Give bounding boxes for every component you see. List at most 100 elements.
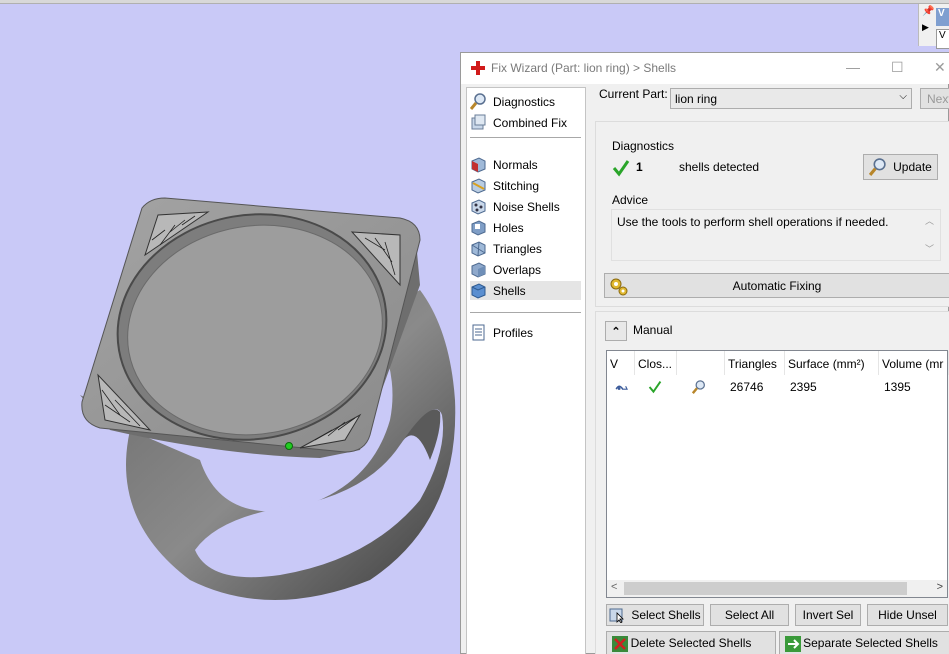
minimize-button[interactable]: — bbox=[846, 59, 860, 75]
cursor-cube-icon bbox=[609, 608, 625, 623]
nav-label: Profiles bbox=[493, 325, 534, 340]
nav-item-holes[interactable]: Holes bbox=[470, 218, 581, 237]
scroll-left-icon[interactable]: < bbox=[611, 581, 617, 593]
nav-label: Stitching bbox=[493, 178, 540, 193]
nav-item-combined-fix[interactable]: Combined Fix bbox=[470, 113, 581, 132]
gears-icon bbox=[610, 278, 628, 296]
separate-selected-shells-button[interactable]: Separate Selected Shells bbox=[779, 631, 949, 654]
triangles-cell: 26746 bbox=[730, 380, 764, 394]
delete-selected-shells-button[interactable]: Delete Selected Shells bbox=[606, 631, 776, 654]
column-header-triangles[interactable]: Triangles bbox=[725, 351, 785, 375]
chevron-down-icon: ⌵ bbox=[899, 91, 907, 102]
nav-label: Diagnostics bbox=[493, 94, 556, 109]
nav-item-profiles[interactable]: Profiles bbox=[470, 323, 581, 342]
magnifier-icon bbox=[869, 158, 886, 176]
advice-box: Use the tools to perform shell operation… bbox=[611, 209, 941, 261]
collapse-button[interactable]: ⌃ bbox=[605, 321, 627, 341]
nav-separator bbox=[470, 137, 581, 138]
column-header-v[interactable]: V bbox=[607, 351, 635, 375]
view-box[interactable]: V bbox=[936, 29, 949, 49]
magnifier-icon bbox=[470, 93, 486, 110]
current-part-value: lion ring bbox=[675, 92, 718, 106]
separate-selected-label: Separate Selected Shells bbox=[803, 636, 938, 650]
nav-label: Holes bbox=[493, 220, 524, 235]
column-header-surface[interactable]: Surface (mm²) bbox=[785, 351, 879, 375]
holes-cube-icon bbox=[471, 220, 486, 236]
nav-label: Normals bbox=[493, 157, 538, 172]
red-cross-icon bbox=[471, 61, 485, 75]
viewport-top-strip bbox=[0, 0, 949, 4]
separate-cube-icon bbox=[785, 636, 801, 652]
shells-table[interactable]: V Clos... Triangles Surface (mm²) Volume… bbox=[606, 350, 949, 598]
diagnostics-title: Diagnostics bbox=[612, 139, 675, 153]
nav-item-stitching[interactable]: Stitching bbox=[470, 176, 581, 195]
maximize-button[interactable]: ☐ bbox=[891, 59, 904, 76]
select-all-button[interactable]: Select All bbox=[710, 604, 789, 626]
window-title: Fix Wizard (Part: lion ring) > Shells bbox=[491, 61, 677, 75]
view-tab[interactable]: V bbox=[936, 8, 949, 26]
surface-cell: 2395 bbox=[790, 380, 817, 394]
nav-label: Noise Shells bbox=[493, 199, 560, 214]
column-header-volume[interactable]: Volume (mr bbox=[879, 351, 949, 375]
advice-title: Advice bbox=[612, 193, 649, 207]
delete-cube-icon bbox=[612, 636, 628, 652]
nav-separator bbox=[470, 312, 581, 313]
stitching-cube-icon bbox=[471, 178, 486, 194]
pin-icon[interactable]: 📌 bbox=[922, 6, 934, 17]
nav-item-normals[interactable]: Normals bbox=[470, 155, 581, 174]
selection-point[interactable] bbox=[285, 442, 293, 450]
nav-item-overlaps[interactable]: Overlaps bbox=[470, 260, 581, 279]
document-icon bbox=[472, 324, 485, 341]
cube-stack-icon bbox=[471, 114, 486, 130]
wizard-nav: Diagnostics Combined Fix Normals Stitchi… bbox=[466, 87, 586, 654]
nav-item-diagnostics[interactable]: Diagnostics bbox=[470, 92, 581, 111]
close-button[interactable]: ✕ bbox=[934, 59, 946, 76]
automatic-fixing-button[interactable]: Automatic Fixing bbox=[604, 273, 949, 298]
hide-unsel-button[interactable]: Hide Unsel bbox=[867, 604, 948, 626]
update-label: Update bbox=[893, 160, 932, 174]
triangles-cube-icon bbox=[471, 241, 486, 257]
normals-cube-icon bbox=[471, 157, 486, 173]
scroll-down-icon[interactable]: ﹀ bbox=[925, 242, 934, 255]
scroll-thumb[interactable] bbox=[624, 582, 907, 595]
nav-label: Overlaps bbox=[493, 262, 542, 277]
double-chevron-up-icon: ⌃ bbox=[611, 325, 621, 338]
update-button[interactable]: Update bbox=[863, 154, 938, 180]
nav-item-shells[interactable]: Shells bbox=[470, 281, 581, 300]
fix-wizard-window: Fix Wizard (Part: lion ring) > Shells — … bbox=[460, 52, 949, 654]
column-header-closed[interactable]: Clos... bbox=[635, 351, 677, 375]
horizontal-scrollbar[interactable]: < > bbox=[607, 580, 947, 597]
nav-item-triangles[interactable]: Triangles bbox=[470, 239, 581, 258]
next-button[interactable]: Next bbox=[920, 88, 949, 109]
automatic-fixing-label: Automatic Fixing bbox=[732, 278, 822, 293]
current-part-select[interactable]: lion ring ⌵ bbox=[670, 88, 912, 109]
current-part-label: Current Part: bbox=[599, 87, 668, 101]
advice-text: Use the tools to perform shell operation… bbox=[617, 215, 889, 229]
check-icon bbox=[612, 160, 630, 177]
check-icon bbox=[648, 381, 662, 394]
manual-label: Manual bbox=[633, 323, 673, 337]
shells-cube-icon bbox=[471, 283, 486, 299]
nav-label: Combined Fix bbox=[493, 115, 568, 130]
invert-sel-button[interactable]: Invert Sel bbox=[795, 604, 861, 626]
nav-label: Triangles bbox=[493, 241, 542, 256]
play-arrow-icon[interactable]: ▶ bbox=[922, 22, 929, 33]
nav-label: Shells bbox=[493, 283, 526, 298]
noise-shells-icon bbox=[471, 199, 486, 215]
column-header-icon[interactable] bbox=[677, 351, 725, 375]
overlaps-cube-icon bbox=[471, 262, 486, 278]
magnifier-icon[interactable] bbox=[689, 378, 709, 396]
nav-item-noise-shells[interactable]: Noise Shells bbox=[470, 197, 581, 216]
select-shells-button[interactable]: Select Shells bbox=[606, 604, 704, 626]
scroll-right-icon[interactable]: > bbox=[937, 581, 943, 593]
scroll-up-icon[interactable]: ︿ bbox=[925, 214, 934, 227]
shells-detected-text: shells detected bbox=[679, 160, 760, 174]
volume-cell: 1395 bbox=[884, 380, 911, 394]
title-bar: Fix Wizard (Part: lion ring) > Shells — … bbox=[461, 53, 949, 84]
shell-count: 1 bbox=[636, 160, 643, 174]
ring-3d-model[interactable] bbox=[70, 190, 470, 610]
delete-selected-label: Delete Selected Shells bbox=[630, 636, 752, 650]
visible-eye-icon[interactable] bbox=[611, 378, 633, 396]
select-shells-label: Select Shells bbox=[631, 608, 701, 622]
right-toolbar: 📌 ▶ V V bbox=[918, 4, 949, 49]
